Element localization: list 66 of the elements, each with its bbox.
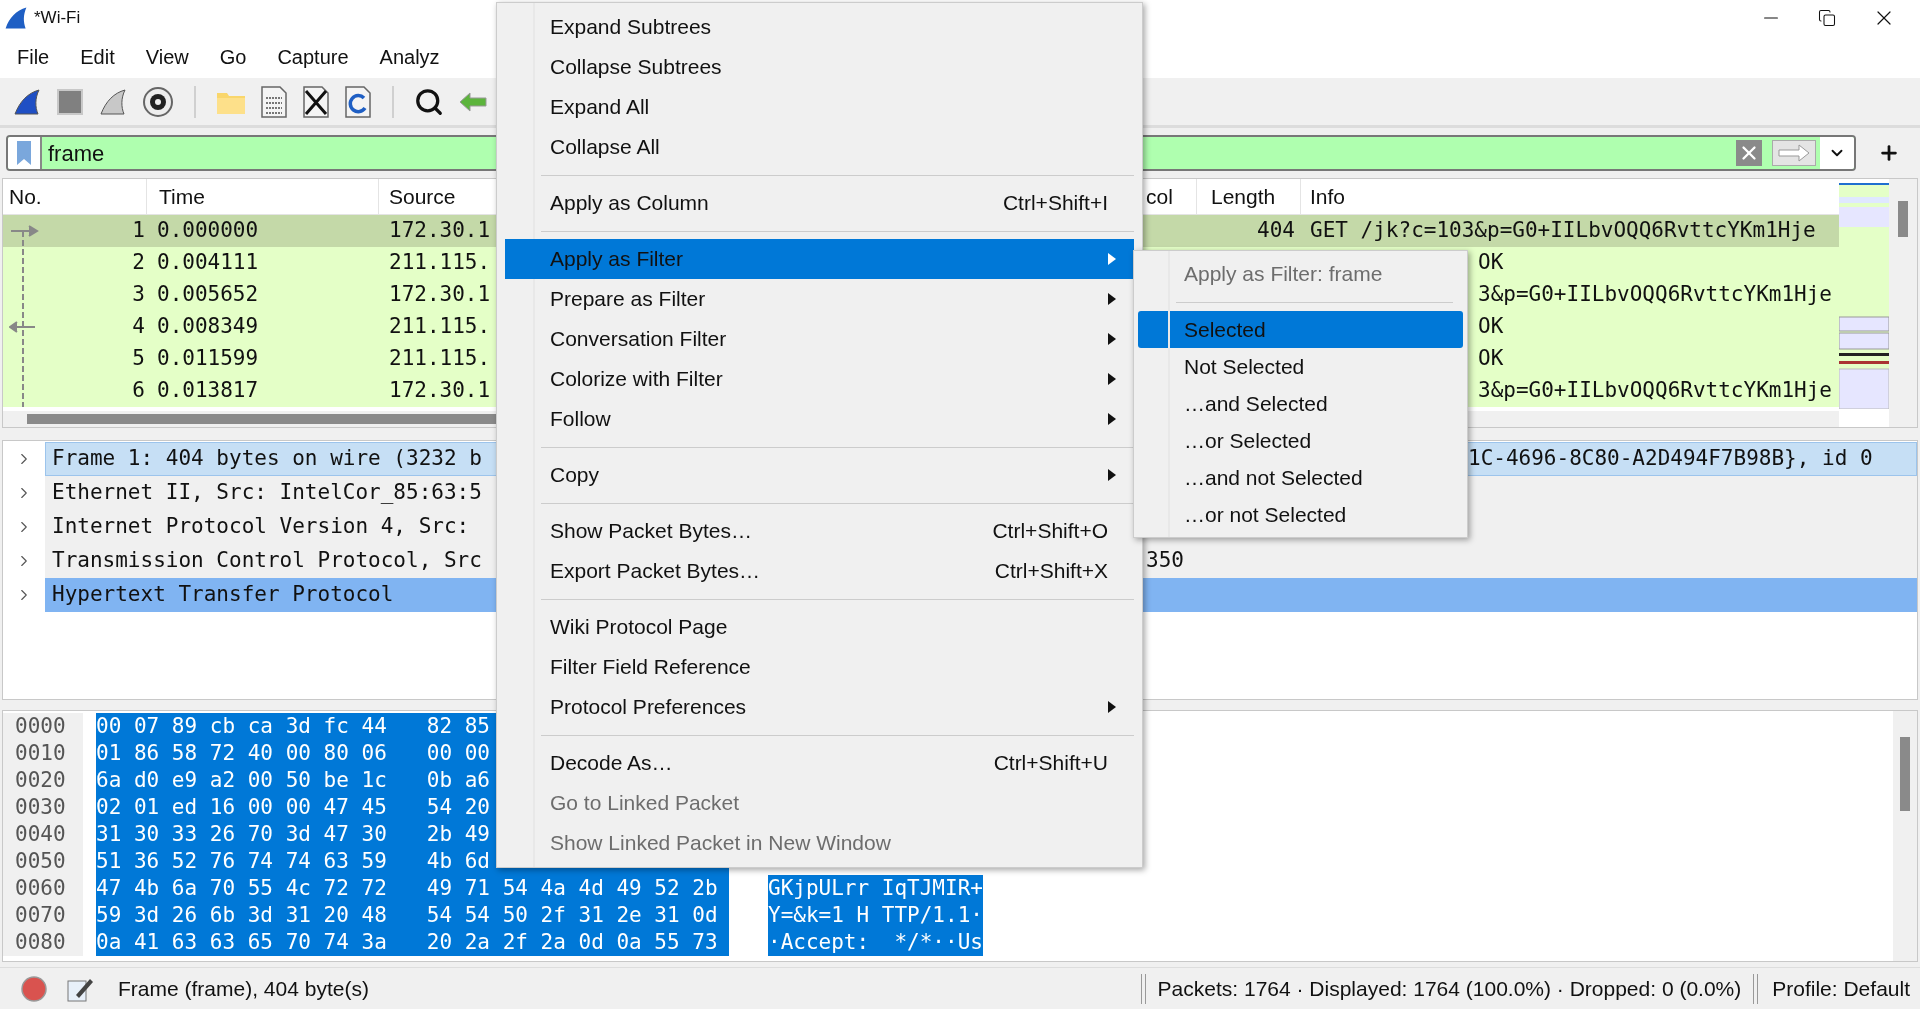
table-cell-text: 172.30.1	[388, 281, 491, 309]
status-selection-text: Frame (frame), 404 byte(s)	[118, 975, 369, 1002]
table-cell-text: 1	[131, 217, 146, 245]
tree-row-text: 350	[1146, 547, 1184, 575]
hex-bytes: 0b a6	[426, 766, 490, 794]
table-cell-text: 2	[131, 249, 146, 277]
table-cell-text: GET /jk?c=103&p=G0+IILbvOQQ6RvttcYKm1Hje	[1310, 217, 1816, 245]
hex-bytes: 6a d0 e9 a2 00 50 be 1c	[96, 766, 387, 794]
table-cell-text: 0.000000	[156, 217, 260, 245]
table-cell-text: 0.004111	[156, 249, 260, 277]
ascii-bytes: GKjpULrr IqTJMIR+	[768, 875, 983, 902]
table-cell: 404	[1257, 218, 1295, 243]
table-cell-text: 0.011599	[156, 345, 260, 373]
window-title: *Wi-Fi	[34, 7, 81, 30]
table-cell-text: 172.30.1	[388, 377, 491, 405]
tree-row-text: Internet Protocol Version 4, Src:	[52, 514, 470, 539]
byte-offset: 0070	[15, 901, 66, 929]
ascii-bytes: Y=&k=1 H TTP/1.1·	[768, 902, 983, 929]
hex-bytes: 20 2a 2f 2a 0d 0a 55 73	[426, 928, 718, 956]
table-cell-text: 3&p=G0+IILbvOQQ6RvttcYKm1Hje	[1478, 377, 1832, 405]
hex-bytes: 00 07 89 cb ca 3d fc 44	[96, 712, 387, 740]
table-cell-text: OK	[1478, 313, 1504, 341]
hex-bytes: 02 01 ed 16 00 00 47 45	[96, 793, 387, 821]
status-counts-text: Packets: 1764 · Displayed: 1764 (100.0%) · Dropped: 0 (0.0%)	[1157, 975, 1742, 1002]
byte-offset: 0080	[15, 928, 66, 956]
hex-bytes: 00 00	[426, 739, 490, 767]
byte-offset: 0020	[15, 766, 66, 794]
table-cell-text: 211.115.	[388, 249, 491, 277]
table-cell-text: 211.115.	[388, 345, 491, 373]
table-cell-text: 3	[131, 281, 146, 309]
tree-row-text: Hypertext Transfer Protocol	[52, 582, 394, 607]
byte-offset: 0050	[15, 847, 66, 875]
hex-bytes: 01 86 58 72 40 00 80 06	[96, 739, 387, 767]
tree-row-text: Transmission Control Protocol, Src	[52, 548, 482, 573]
table-cell-text: 5	[131, 345, 146, 373]
table-cell-text: 0.005652	[156, 281, 260, 309]
hex-bytes: 59 3d 26 6b 3d 31 20 48	[96, 901, 387, 929]
hex-bytes: 51 36 52 76 74 74 63 59	[96, 847, 387, 875]
table-cell-text: 0.008349	[156, 313, 260, 341]
byte-offset: 0000	[15, 712, 66, 740]
table-cell-text: OK	[1478, 345, 1504, 373]
table-cell-text: OK	[1478, 249, 1504, 277]
table-cell-text: 6	[131, 377, 146, 405]
tree-row-text: Ethernet II, Src: IntelCor_85:63:5	[52, 480, 482, 505]
hex-bytes: 49 71 54 4a 4d 49 52 2b	[426, 874, 718, 902]
byte-offset: 0060	[15, 874, 66, 902]
submenu-header: Apply as Filter: frame	[1184, 261, 1383, 288]
byte-offset: 0010	[15, 739, 66, 767]
hex-bytes: 4b 6d	[426, 847, 490, 875]
tree-row-text: Frame 1: 404 bytes on wire (3232 b	[52, 446, 482, 471]
table-cell-text: 0.013817	[156, 377, 260, 405]
byte-offset: 0040	[15, 820, 66, 848]
hex-bytes: 82 85	[426, 712, 490, 740]
table-cell-text: 172.30.1	[388, 217, 491, 245]
hex-bytes: 31 30 33 26 70 3d 47 30	[96, 820, 387, 848]
table-cell-text: 4	[131, 313, 146, 341]
byte-offset: 0030	[15, 793, 66, 821]
ascii-bytes: ·Accept: */*··Us	[768, 929, 983, 956]
hex-bytes: 54 20	[426, 793, 490, 821]
hex-bytes: 2b 49	[426, 820, 490, 848]
tree-row-text: 1C-4696-8C80-A2D494F7B98B}, id 0	[1468, 445, 1873, 473]
hex-bytes: 0a 41 63 63 65 70 74 3a	[96, 928, 387, 956]
hex-bytes: 47 4b 6a 70 55 4c 72 72	[96, 874, 387, 902]
table-cell-text: 3&p=G0+IILbvOQQ6RvttcYKm1Hje	[1478, 281, 1832, 309]
hex-bytes: 54 54 50 2f 31 2e 31 0d	[426, 901, 718, 929]
table-cell-text: 211.115.	[388, 313, 491, 341]
